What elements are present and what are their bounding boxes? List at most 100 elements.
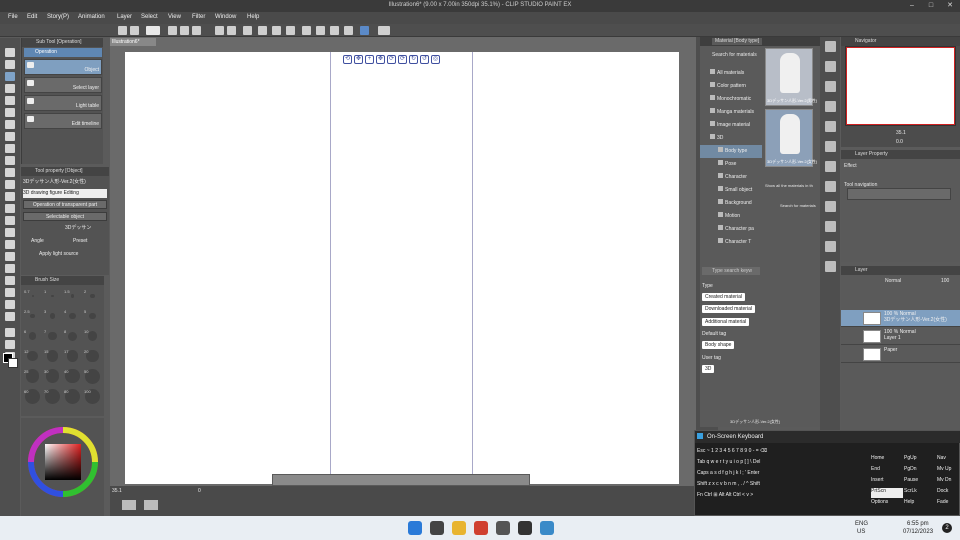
tree-background[interactable]: Background bbox=[700, 197, 762, 210]
figure-icon[interactable] bbox=[5, 240, 15, 249]
brush-size-option[interactable]: 12 bbox=[23, 348, 42, 367]
hand-tool-icon[interactable] bbox=[5, 60, 15, 69]
selectable-dropdown[interactable]: Selectable object bbox=[23, 212, 107, 221]
clip-studio-icon[interactable] bbox=[496, 521, 510, 535]
pen-icon[interactable] bbox=[5, 132, 15, 141]
eraser-icon[interactable] bbox=[5, 192, 15, 201]
blend-mode[interactable]: Normal bbox=[885, 278, 901, 284]
canvas-icon[interactable] bbox=[144, 500, 158, 510]
airbrush-icon[interactable] bbox=[5, 168, 15, 177]
canvas-icon[interactable] bbox=[122, 500, 136, 510]
tag-created[interactable]: Created material bbox=[702, 293, 745, 301]
line-icon[interactable] bbox=[5, 340, 15, 349]
search-materials-2[interactable]: Search for materials bbox=[780, 203, 816, 208]
ruler-tool-icon[interactable] bbox=[5, 264, 15, 273]
function-key[interactable]: Fade bbox=[937, 499, 960, 509]
panel-icon[interactable] bbox=[825, 261, 836, 272]
function-key[interactable]: PgUp bbox=[904, 455, 936, 465]
ground-icon[interactable]: ◎ bbox=[431, 55, 440, 64]
function-key[interactable]: ScrLk bbox=[904, 488, 936, 498]
brush-size-option[interactable]: 6 bbox=[23, 328, 42, 347]
chrome-icon[interactable] bbox=[474, 521, 488, 535]
function-key[interactable]: Mv Up bbox=[937, 466, 960, 476]
menu-story[interactable]: Story(P) bbox=[47, 14, 69, 20]
angle-readout[interactable]: 0 bbox=[198, 488, 201, 494]
brush-size-option[interactable]: 2.5 bbox=[23, 308, 42, 327]
subtool-edit-timeline[interactable]: Edit timeline bbox=[24, 113, 102, 129]
tag-additional[interactable]: Additional material bbox=[702, 318, 750, 326]
brush-icon[interactable] bbox=[5, 156, 15, 165]
opacity-value[interactable]: 100 bbox=[941, 278, 949, 284]
tree-pose[interactable]: Pose bbox=[700, 158, 762, 171]
ruler-icon[interactable] bbox=[330, 26, 339, 35]
sub-color-swatch[interactable] bbox=[8, 358, 18, 368]
menu-window[interactable]: Window bbox=[215, 14, 236, 20]
function-key[interactable]: PgDn bbox=[904, 466, 936, 476]
tree-motion[interactable]: Motion bbox=[700, 210, 762, 223]
function-key[interactable]: Nav bbox=[937, 455, 960, 465]
maximize-button[interactable]: □ bbox=[922, 1, 940, 11]
tree-small-object[interactable]: Small object bbox=[700, 184, 762, 197]
layer-row[interactable]: 100 % Normal 3Dデッサン人形-Ver.2(女性) bbox=[841, 310, 960, 327]
function-key[interactable]: Insert bbox=[871, 477, 903, 487]
function-key[interactable]: Options bbox=[871, 499, 903, 509]
panel-icon[interactable] bbox=[825, 181, 836, 192]
brush-size-option[interactable]: 1.5 bbox=[63, 288, 82, 307]
gradient-icon[interactable] bbox=[5, 228, 15, 237]
notification-badge[interactable]: 2 bbox=[942, 523, 952, 533]
undo-icon[interactable] bbox=[215, 26, 224, 35]
transform-icon[interactable] bbox=[258, 26, 267, 35]
tree-image[interactable]: Image material bbox=[700, 119, 762, 132]
function-key[interactable]: Pause bbox=[904, 477, 936, 487]
pen-2-icon[interactable] bbox=[5, 328, 15, 337]
tag-body-shape[interactable]: Body shape bbox=[702, 341, 735, 349]
file-explorer-icon[interactable] bbox=[452, 521, 466, 535]
key-row[interactable]: Tab q w e r t y u i o p [ ] \ Del bbox=[697, 459, 760, 465]
eyedropper-icon[interactable] bbox=[5, 120, 15, 129]
key-row[interactable]: Shift z x c v b n m , . / ^ Shift bbox=[697, 481, 760, 487]
key-row[interactable]: Fn Ctrl ⊞ Alt Alt Ctrl < v > bbox=[697, 492, 753, 498]
brush-size-option[interactable]: 25 bbox=[23, 368, 42, 387]
panel-icon[interactable] bbox=[825, 61, 836, 72]
subtool-tab[interactable]: Sub Tool [Operation] bbox=[22, 38, 103, 47]
square-icon[interactable] bbox=[5, 312, 15, 321]
object-rotate4-icon[interactable]: ↺ bbox=[420, 55, 429, 64]
clip-studio-paint-icon[interactable] bbox=[518, 521, 532, 535]
lang-2[interactable]: US bbox=[857, 529, 865, 535]
tree-monochromatic[interactable]: Monochromatic bbox=[700, 93, 762, 106]
clock-time[interactable]: 6:55 pm bbox=[907, 521, 929, 527]
menu-layer[interactable]: Layer bbox=[117, 14, 132, 20]
subtool-light-table[interactable]: Light table bbox=[24, 95, 102, 111]
nav-zoom[interactable]: 35.1 bbox=[896, 130, 906, 136]
function-key[interactable]: PrtScn bbox=[871, 488, 903, 498]
help-icon[interactable] bbox=[378, 26, 390, 35]
function-key[interactable]: Mv Dn bbox=[937, 477, 960, 487]
brush-size-option[interactable]: 30 bbox=[43, 368, 62, 387]
brush-size-option[interactable]: 10 bbox=[83, 328, 102, 347]
key-row[interactable]: Esc ~ 1 2 3 4 5 6 7 8 9 0 - = ⌫ bbox=[697, 448, 767, 454]
model-selector[interactable]: 3Dデッサン bbox=[23, 224, 107, 233]
layer-property-tab[interactable]: Layer Property bbox=[841, 150, 960, 159]
brush-size-tab[interactable]: Brush Size bbox=[21, 276, 104, 285]
preset-button[interactable]: Preset bbox=[73, 237, 103, 246]
tag-downloaded[interactable]: Downloaded material bbox=[702, 305, 755, 313]
tool-navigation-button[interactable] bbox=[847, 188, 951, 200]
zoom-readout[interactable]: 35.1 bbox=[112, 488, 122, 494]
snap-ruler-icon[interactable] bbox=[360, 26, 369, 35]
menu-view[interactable]: View bbox=[168, 14, 181, 20]
tree-color-pattern[interactable]: Color pattern bbox=[700, 80, 762, 93]
panel-icon[interactable] bbox=[825, 161, 836, 172]
camera-rotate-icon[interactable]: ⟲ bbox=[343, 55, 352, 64]
brush-size-option[interactable]: 80 bbox=[63, 388, 82, 407]
color-wheel[interactable] bbox=[27, 426, 99, 498]
menu-edit[interactable]: Edit bbox=[27, 14, 37, 20]
balloon-icon[interactable] bbox=[5, 288, 15, 297]
menu-filter[interactable]: Filter bbox=[192, 14, 205, 20]
brush-size-option[interactable]: 1 bbox=[43, 288, 62, 307]
material-thumb[interactable]: 3Dデッサン人形-Ver.2(男性) bbox=[765, 48, 817, 106]
grid-icon[interactable] bbox=[130, 26, 139, 35]
select-all-icon[interactable] bbox=[272, 26, 281, 35]
function-key[interactable]: Help bbox=[904, 499, 936, 509]
object-rotate3-icon[interactable]: ↻ bbox=[409, 55, 418, 64]
tree-character-pa[interactable]: Character pa bbox=[700, 223, 762, 236]
